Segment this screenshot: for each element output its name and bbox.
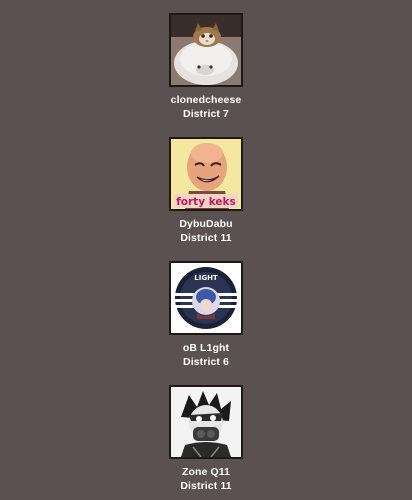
player-list: clonedcheese District 7 forty keks DybuD… <box>0 0 412 500</box>
player-card: clonedcheese District 7 <box>0 13 412 121</box>
player-card: forty keks DybuDabu District 11 <box>0 137 412 245</box>
avatar-clonedcheese[interactable] <box>169 13 243 87</box>
forty-keks-image: forty keks <box>171 139 241 209</box>
avatar-ob-l1ght[interactable]: LIGHT <box>169 261 243 335</box>
avatar-caption: forty keks <box>176 196 236 208</box>
player-name[interactable]: clonedcheese <box>0 93 412 107</box>
logo-text: LIGHT <box>194 274 218 282</box>
player-card: Zone Q11 District 11 <box>0 385 412 493</box>
avatar-zone-q11[interactable] <box>169 385 243 459</box>
player-district: District 7 <box>183 108 229 120</box>
player-card: LIGHT oB L1ght District 6 <box>0 261 412 369</box>
cat-pillow-image <box>171 15 241 85</box>
player-district: District 6 <box>183 356 229 368</box>
avatar-dybudabu[interactable]: forty keks <box>169 137 243 211</box>
player-name[interactable]: oB L1ght <box>0 341 412 355</box>
player-district: District 11 <box>180 232 232 244</box>
player-district: District 11 <box>180 480 232 492</box>
gasmask-character-image <box>171 387 241 457</box>
player-name[interactable]: Zone Q11 <box>0 465 412 479</box>
player-name[interactable]: DybuDabu <box>0 217 412 231</box>
light-logo-image: LIGHT <box>171 263 241 333</box>
